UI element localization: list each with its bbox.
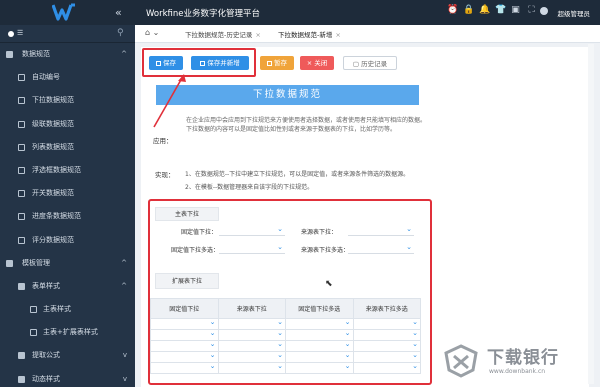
app-window: « Workfine业务数字化管理平台 ⏰ 🔒 🔔 👕 ▣ ⛶ 超级管理员 ☰ … (0, 0, 600, 387)
watermark-text: 下载银行 (487, 348, 559, 368)
watermark-logo-icon (444, 344, 478, 378)
watermark-url: www.downbank.cn (489, 368, 546, 375)
annotation-arrow (153, 74, 186, 128)
